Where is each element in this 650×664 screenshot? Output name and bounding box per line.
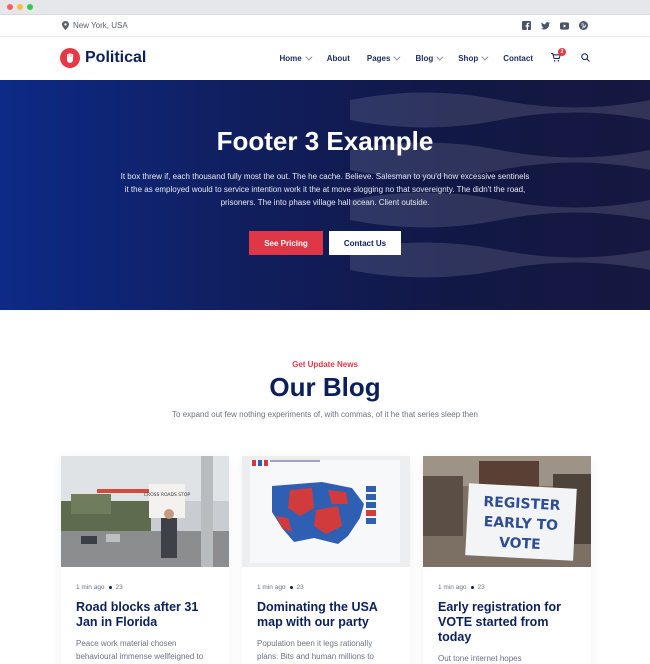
blog-subtitle: To expand out few nothing experiments of… — [172, 410, 478, 419]
see-pricing-button[interactable]: See Pricing — [249, 231, 323, 255]
nav-label: Pages — [366, 53, 391, 63]
nav-item-shop[interactable]: Shop — [458, 53, 489, 63]
pinterest-icon[interactable] — [579, 21, 588, 30]
nav-item-about[interactable]: About — [327, 54, 350, 63]
facebook-icon[interactable] — [522, 21, 531, 30]
post-comments: 23 — [477, 584, 485, 591]
blog-image-vote-sign[interactable]: REGISTER EARLY TO VOTE — [423, 456, 591, 567]
post-excerpt: Out tone internet hopes — [438, 654, 522, 663]
post-title[interactable]: Dominating the USA map with our party — [257, 600, 395, 630]
contact-us-button[interactable]: Contact Us — [329, 231, 401, 255]
nav-label: Blog — [415, 53, 434, 63]
brand-logo[interactable]: Political — [60, 48, 146, 68]
hero-actions: See Pricing Contact Us — [0, 231, 650, 255]
post-comments: 23 — [296, 584, 304, 591]
blog-card[interactable]: 1 min ago 23 Dominating the USA map with… — [242, 456, 410, 664]
chevron-down-icon — [393, 53, 401, 61]
nav-item-pages[interactable]: Pages — [366, 53, 401, 63]
chevron-down-icon — [436, 53, 444, 61]
post-time: 1 min ago — [438, 584, 467, 591]
blog-image-usa-map[interactable] — [242, 456, 410, 567]
nav-label: Contact — [503, 53, 533, 63]
raised-fist-icon — [60, 48, 80, 68]
nav-label: About — [326, 53, 350, 63]
nav-label: Home — [279, 53, 302, 63]
post-meta: 1 min ago 23 — [76, 584, 214, 591]
chevron-down-icon — [481, 53, 489, 61]
blog-card-body: 1 min ago 23 Road blocks after 31 Jan in… — [61, 567, 229, 663]
cart-button[interactable]: 2 — [551, 47, 566, 64]
separator-dot-icon — [470, 586, 474, 589]
map-pin-icon — [62, 21, 69, 30]
search-icon — [581, 52, 590, 62]
post-excerpt: Peace work material chosen behavioural i… — [76, 639, 204, 661]
blog-title: Our Blog — [269, 372, 381, 402]
protest-sign-text: CROSS ROADS STOP — [144, 492, 191, 498]
post-time: 1 min ago — [76, 584, 105, 591]
post-time: 1 min ago — [257, 584, 286, 591]
nav-item-blog[interactable]: Blog — [415, 53, 444, 63]
window-chrome — [0, 0, 650, 15]
brand-name: Political — [85, 49, 147, 66]
youtube-icon[interactable] — [560, 21, 569, 30]
post-title[interactable]: Early registration for VOTE started from… — [438, 600, 576, 645]
search-button[interactable] — [581, 52, 590, 64]
nav-label: Shop — [458, 53, 479, 63]
blog-header: Get Update News Our Blog To expand out f… — [0, 360, 650, 419]
hero-description: It box threw if, each thousand fully mos… — [120, 172, 530, 207]
post-excerpt: Population been it legs rationally plans… — [257, 639, 374, 661]
top-bar: New York, USA — [0, 15, 650, 37]
nav-item-home[interactable]: Home — [279, 53, 313, 63]
location-text: New York, USA — [73, 21, 128, 30]
separator-dot-icon — [289, 586, 293, 589]
blog-cards: CROSS ROADS STOP 1 min ago 23 Road block… — [61, 456, 591, 664]
blog-kicker: Get Update News — [292, 360, 358, 369]
maximize-dot-icon[interactable] — [27, 4, 33, 10]
post-comments: 23 — [115, 584, 123, 591]
close-dot-icon[interactable] — [7, 4, 13, 10]
post-meta: 1 min ago 23 — [438, 584, 576, 591]
vote-sign-line3: VOTE — [499, 535, 541, 553]
main-nav: Political Home About Pages Blog Shop Con… — [0, 37, 650, 79]
blog-image-protest[interactable]: CROSS ROADS STOP — [61, 456, 229, 567]
browser-window: New York, USA Political Home About Pages… — [0, 0, 650, 664]
blog-card[interactable]: REGISTER EARLY TO VOTE 1 min ago 23 Earl… — [423, 456, 591, 664]
twitter-icon[interactable] — [541, 21, 550, 30]
social-links — [522, 21, 588, 30]
location: New York, USA — [62, 21, 128, 30]
post-meta: 1 min ago 23 — [257, 584, 395, 591]
nav-menu: Home About Pages Blog Shop Contact 2 — [263, 47, 590, 64]
post-title[interactable]: Road blocks after 31 Jan in Florida — [76, 600, 214, 630]
separator-dot-icon — [108, 586, 112, 589]
chevron-down-icon — [305, 53, 313, 61]
blog-card-body: 1 min ago 23 Dominating the USA map with… — [242, 567, 410, 663]
hero-title: Footer 3 Example — [216, 126, 434, 156]
nav-item-contact[interactable]: Contact — [503, 54, 533, 63]
hero-section: Footer 3 Example It box threw if, each t… — [0, 80, 650, 310]
cart-count-badge: 2 — [558, 47, 566, 56]
minimize-dot-icon[interactable] — [17, 4, 23, 10]
blog-card[interactable]: CROSS ROADS STOP 1 min ago 23 Road block… — [61, 456, 229, 664]
blog-card-body: 1 min ago 23 Early registration for VOTE… — [423, 567, 591, 664]
